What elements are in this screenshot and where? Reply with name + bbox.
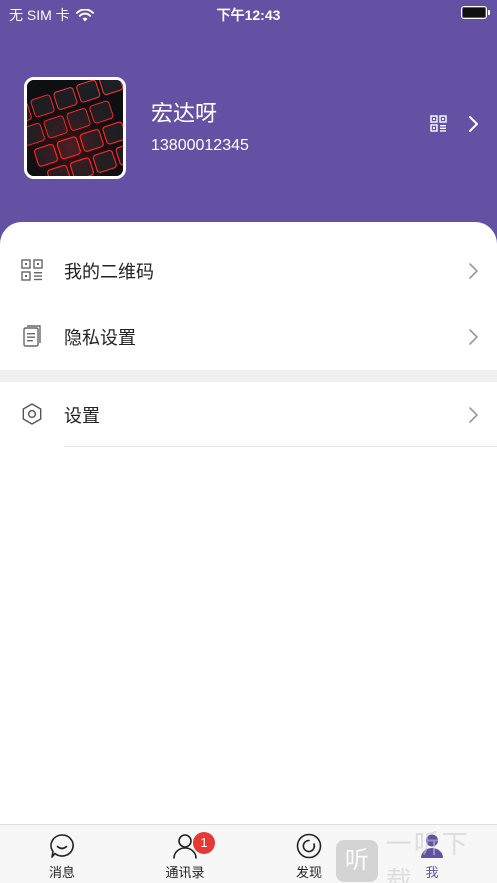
- menu-item-label: 隐私设置: [64, 328, 136, 348]
- tab-discover[interactable]: 发现: [259, 825, 359, 883]
- menu-item-settings[interactable]: 设置: [0, 382, 497, 448]
- avatar[interactable]: [24, 77, 126, 179]
- chevron-right-icon: [469, 329, 478, 345]
- menu-item-label: 设置: [64, 406, 100, 426]
- tab-messages[interactable]: 消息: [12, 825, 112, 883]
- chevron-right-icon[interactable]: [468, 115, 480, 133]
- section-separator: [0, 370, 497, 382]
- chevron-right-icon: [469, 407, 478, 423]
- menu-item-privacy-settings[interactable]: 隐私设置: [0, 304, 497, 370]
- profile-name: 宏达呀: [151, 101, 218, 126]
- menu-card: 我的二维码 隐私设置: [0, 222, 497, 370]
- divider: [64, 446, 497, 447]
- person-filled-icon: [421, 834, 443, 858]
- avatar-keyboard-image: [27, 80, 123, 176]
- profile-header: 无 SIM 卡 下午12:43 宏达呀 13800012345: [0, 0, 497, 250]
- document-icon: [23, 325, 41, 347]
- qr-code-icon[interactable]: [430, 115, 447, 132]
- tab-bar: 消息 1 通讯录 发现 我: [0, 824, 497, 883]
- notification-badge: 1: [193, 832, 215, 854]
- chevron-right-icon: [469, 263, 478, 279]
- battery-icon: [461, 6, 490, 19]
- tab-label: 我: [425, 865, 439, 880]
- menu-item-label: 我的二维码: [64, 262, 154, 282]
- tab-me[interactable]: 我: [382, 825, 482, 883]
- status-bar: 无 SIM 卡 下午12:43: [0, 0, 497, 26]
- hexagon-settings-icon: [22, 403, 42, 425]
- compass-icon: [296, 833, 322, 859]
- menu-item-my-qr-code[interactable]: 我的二维码: [0, 238, 497, 304]
- status-time: 下午12:43: [216, 7, 281, 23]
- tab-label: 消息: [48, 865, 75, 880]
- qr-code-icon: [21, 259, 43, 281]
- tab-label: 发现: [295, 865, 322, 880]
- chat-bubble-icon: [50, 834, 74, 858]
- profile-phone: 13800012345: [151, 137, 249, 154]
- tab-label: 通讯录: [165, 865, 205, 880]
- tab-contacts[interactable]: 1 通讯录: [135, 825, 235, 883]
